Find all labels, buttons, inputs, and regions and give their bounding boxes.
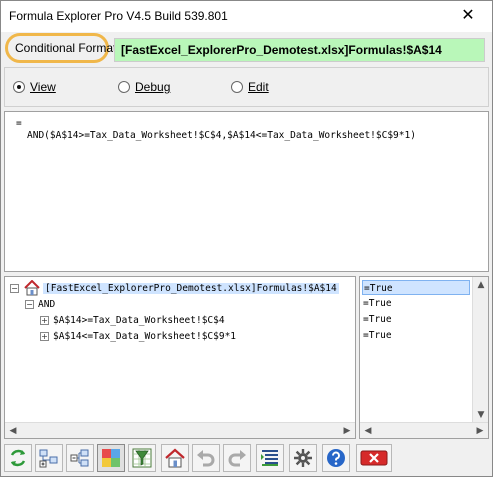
home-icon — [24, 280, 40, 296]
close-button[interactable]: ✕ — [456, 5, 480, 27]
list-button[interactable] — [256, 444, 284, 472]
tree-horizontal-scrollbar[interactable]: ◀ ▶ — [5, 422, 355, 438]
tree-node-and-label: AND — [38, 298, 56, 310]
expand-condition-1-toggle[interactable]: + — [40, 315, 49, 325]
expand-tree-button[interactable] — [35, 444, 63, 472]
tree-node-condition-2-label: $A$14<=Tax_Data_Worksheet!$C$9*1 — [53, 330, 237, 342]
view-radio[interactable]: View — [13, 80, 56, 94]
results-scroll-down-arrow[interactable]: ▼ — [473, 407, 488, 423]
view-radio-label: View — [30, 80, 56, 94]
refresh-icon — [10, 449, 26, 467]
results-vertical-scrollbar[interactable]: ▲ ▼ — [472, 277, 488, 423]
conditional-format-label: Conditional Format — [15, 41, 117, 55]
redo-button[interactable] — [223, 444, 251, 472]
results-scroll-right-arrow[interactable]: ▶ — [472, 423, 488, 438]
collapse-root-toggle[interactable]: − — [10, 283, 19, 293]
tree-node-and[interactable]: − AND — [25, 296, 55, 312]
edit-radio-dot[interactable] — [231, 81, 243, 93]
results-scroll-left-arrow[interactable]: ◀ — [360, 423, 376, 438]
formula-prefix: = — [16, 118, 22, 129]
result-row[interactable]: =True — [362, 280, 470, 295]
mode-selector: View Debug Edit — [4, 67, 489, 107]
edit-radio-label: Edit — [248, 80, 269, 94]
formula-text-pane[interactable]: = AND($A$14>=Tax_Data_Worksheet!$C$4,$A$… — [4, 111, 489, 272]
results-horizontal-scrollbar[interactable]: ◀ ▶ — [360, 422, 488, 438]
exit-button[interactable] — [356, 444, 392, 472]
result-row[interactable]: =True — [362, 296, 470, 311]
collapse-tree-button[interactable] — [66, 444, 94, 472]
collapse-and-toggle[interactable]: − — [25, 299, 34, 309]
results-pane[interactable]: =True =True =True =True ▲ ▼ ◀ ▶ — [359, 276, 489, 439]
filter-button[interactable] — [128, 444, 156, 472]
result-row[interactable]: =True — [362, 328, 470, 343]
result-row[interactable]: =True — [362, 312, 470, 327]
undo-button[interactable] — [192, 444, 220, 472]
cell-address-field: [FastExcel_ExplorerPro_Demotest.xlsx]For… — [114, 38, 485, 62]
debug-radio-label: Debug — [135, 80, 171, 94]
edit-radio[interactable]: Edit — [231, 80, 269, 94]
refresh-button[interactable] — [4, 444, 32, 472]
help-button[interactable] — [322, 444, 350, 472]
color-grid-icon — [102, 449, 120, 467]
home-icon — [165, 448, 185, 468]
tree-root-label: [FastExcel_ExplorerPro_Demotest.xlsx]For… — [43, 282, 339, 294]
window-title: Formula Explorer Pro V4.5 Build 539.801 — [9, 9, 228, 23]
tree-scroll-right-arrow[interactable]: ▶ — [339, 423, 355, 438]
title-bar: Formula Explorer Pro V4.5 Build 539.801 … — [1, 1, 492, 32]
debug-radio-dot[interactable] — [118, 81, 130, 93]
help-icon — [327, 449, 345, 467]
settings-button[interactable] — [289, 444, 317, 472]
toolbar — [4, 444, 489, 474]
tree-node-condition-1-label: $A$14>=Tax_Data_Worksheet!$C$4 — [53, 314, 225, 326]
home-button[interactable] — [161, 444, 189, 472]
formula-explorer-window: Formula Explorer Pro V4.5 Build 539.801 … — [0, 0, 493, 477]
redo-icon — [228, 450, 246, 467]
tree-scroll-left-arrow[interactable]: ◀ — [5, 423, 21, 438]
conditional-format-highlight: Conditional Format — [5, 33, 116, 63]
expand-condition-2-toggle[interactable]: + — [40, 331, 49, 341]
filter-icon — [132, 448, 152, 468]
collapse-tree-icon — [70, 449, 89, 467]
debug-radio[interactable]: Debug — [118, 80, 170, 94]
tree-node-condition-2[interactable]: + $A$14<=Tax_Data_Worksheet!$C$9*1 — [40, 328, 236, 344]
settings-icon — [294, 449, 312, 467]
tree-node-condition-1[interactable]: + $A$14>=Tax_Data_Worksheet!$C$4 — [40, 312, 225, 328]
formula-tree-pane[interactable]: − [FastExcel_ExplorerPro_Demotest.xlsx]F… — [4, 276, 356, 439]
undo-icon — [197, 450, 215, 467]
view-radio-dot[interactable] — [13, 81, 25, 93]
exit-icon — [360, 450, 388, 466]
formula-text: AND($A$14>=Tax_Data_Worksheet!$C$4,$A$14… — [27, 130, 416, 141]
color-grid-button[interactable] — [97, 444, 125, 472]
results-scroll-up-arrow[interactable]: ▲ — [473, 277, 488, 293]
tree-root-node[interactable]: − [FastExcel_ExplorerPro_Demotest.xlsx]F… — [10, 280, 339, 296]
list-icon — [261, 450, 278, 466]
expand-tree-icon — [39, 449, 58, 468]
